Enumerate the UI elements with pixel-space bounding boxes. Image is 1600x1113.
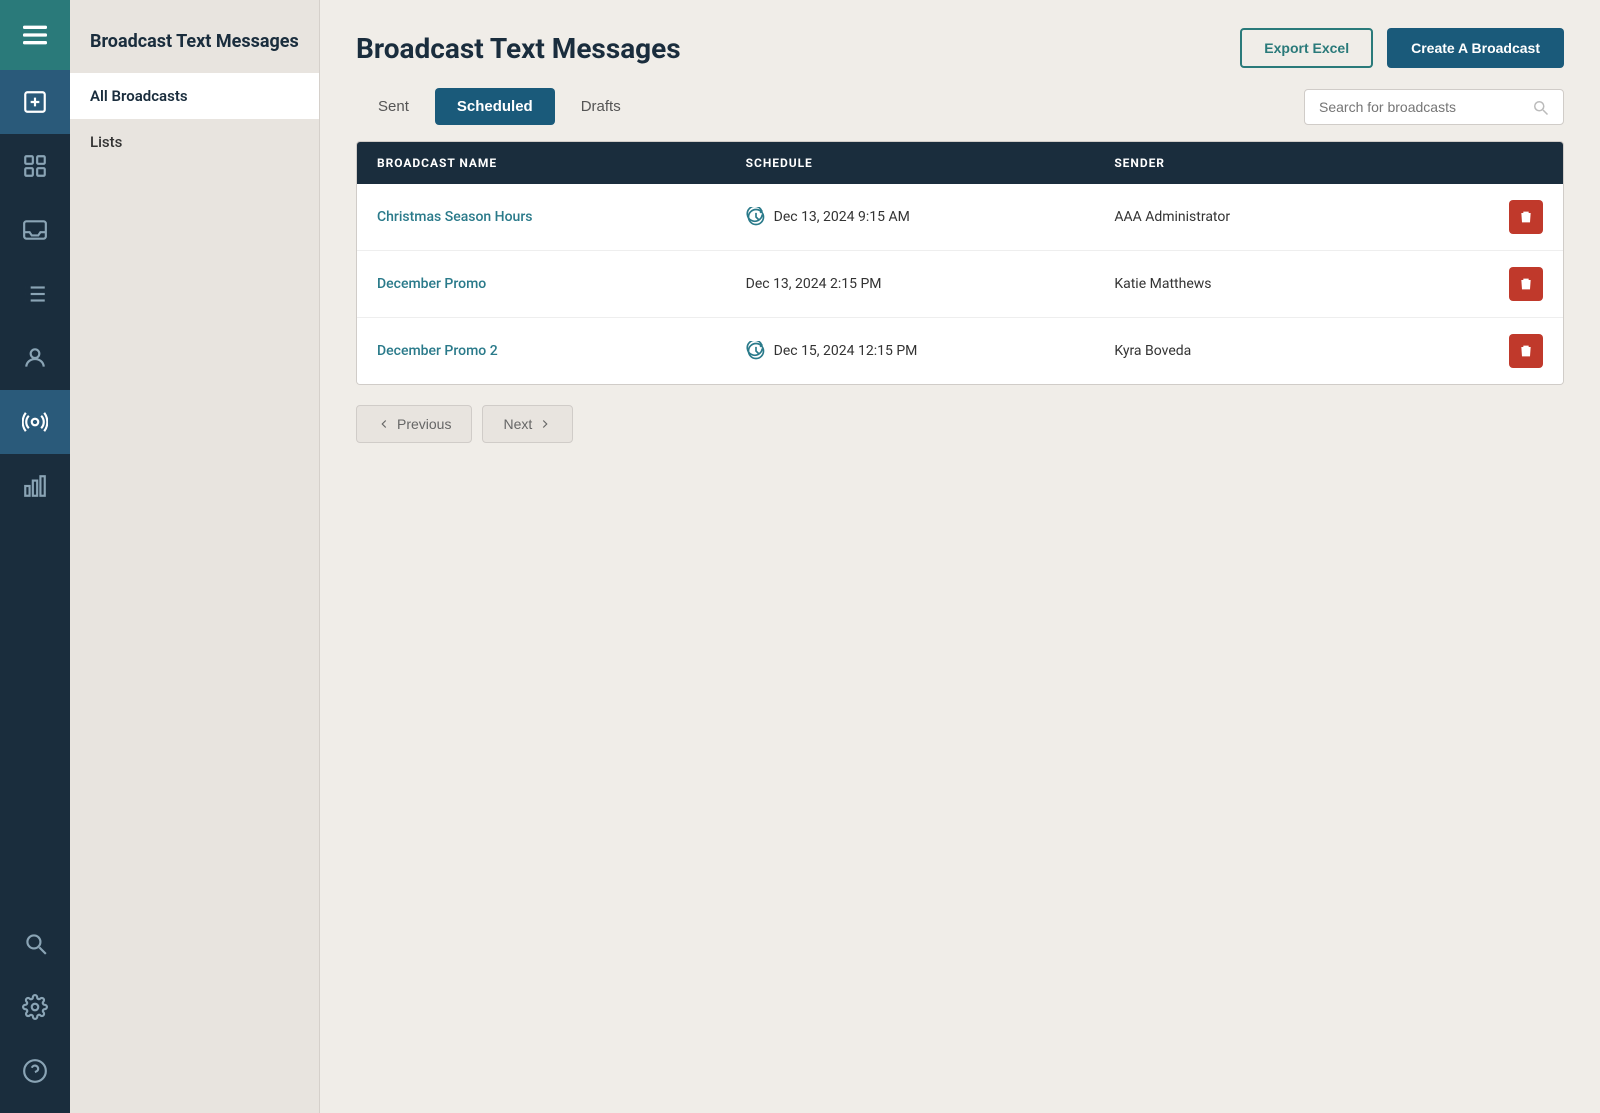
- tab-drafts[interactable]: Drafts: [559, 88, 643, 125]
- col-header-actions: [1483, 156, 1543, 170]
- broadcast-name-link[interactable]: December Promo: [377, 276, 746, 292]
- menu-icon: [19, 19, 51, 51]
- trash-icon: [1518, 209, 1534, 225]
- sidebar-item-lists[interactable]: Lists: [70, 119, 319, 165]
- next-label: Next: [503, 416, 532, 432]
- nav-item-analytics[interactable]: [0, 454, 70, 518]
- broadcasts-table: Broadcast Name Schedule Sender Christmas…: [356, 141, 1564, 385]
- nav-bar: [0, 0, 70, 1113]
- content-area: Sent Scheduled Drafts Broadcast Name Sch…: [320, 88, 1600, 479]
- nav-item-settings[interactable]: [0, 975, 70, 1039]
- contacts-icon: [22, 345, 48, 371]
- main-content: Broadcast Text Messages Export Excel Cre…: [320, 0, 1600, 1113]
- header-actions: Export Excel Create A Broadcast: [1240, 28, 1564, 68]
- dashboard-icon: [22, 153, 48, 179]
- page-title: Broadcast Text Messages: [356, 32, 681, 65]
- analytics-icon: [22, 473, 48, 499]
- col-header-sender: Sender: [1114, 156, 1483, 170]
- sidebar-item-all-broadcasts[interactable]: All Broadcasts: [70, 73, 319, 119]
- page-header: Broadcast Text Messages Export Excel Cre…: [320, 0, 1600, 88]
- nav-item-broadcast[interactable]: [0, 390, 70, 454]
- trash-icon: [1518, 343, 1534, 359]
- chevron-left-icon: [377, 417, 391, 431]
- search-box: [1304, 89, 1564, 125]
- broadcast-name-link[interactable]: Christmas Season Hours: [377, 209, 746, 225]
- help-icon: [22, 1058, 48, 1084]
- nav-item-dashboard[interactable]: [0, 134, 70, 198]
- export-excel-button[interactable]: Export Excel: [1240, 28, 1373, 68]
- clock-refresh-icon: [746, 207, 766, 227]
- delete-cell: [1483, 267, 1543, 301]
- table-row: December Promo Dec 13, 2024 2:15 PM Kati…: [357, 251, 1563, 318]
- delete-button[interactable]: [1509, 334, 1543, 368]
- delete-button[interactable]: [1509, 200, 1543, 234]
- pagination: Previous Next: [356, 405, 1564, 443]
- nav-item-compose[interactable]: [0, 70, 70, 134]
- search-input[interactable]: [1319, 99, 1523, 115]
- sender-cell: Katie Matthews: [1114, 276, 1483, 292]
- table-row: Christmas Season Hours Dec 13, 2024 9:15…: [357, 184, 1563, 251]
- delete-cell: [1483, 200, 1543, 234]
- schedule-text: Dec 13, 2024 2:15 PM: [746, 276, 882, 292]
- search-nav-icon: [22, 930, 48, 956]
- previous-button[interactable]: Previous: [356, 405, 472, 443]
- compose-icon: [22, 89, 48, 115]
- tabs-and-search-row: Sent Scheduled Drafts: [356, 88, 1564, 125]
- inbox-icon: [22, 217, 48, 243]
- nav-item-help[interactable]: [0, 1039, 70, 1103]
- tab-sent[interactable]: Sent: [356, 88, 431, 125]
- nav-item-lists[interactable]: [0, 262, 70, 326]
- nav-item-inbox[interactable]: [0, 198, 70, 262]
- table-header: Broadcast Name Schedule Sender: [357, 142, 1563, 184]
- col-header-name: Broadcast Name: [377, 156, 746, 170]
- nav-item-contacts[interactable]: [0, 326, 70, 390]
- settings-icon: [22, 994, 48, 1020]
- next-button[interactable]: Next: [482, 405, 573, 443]
- schedule-text: Dec 13, 2024 9:15 AM: [774, 209, 910, 225]
- nav-item-search[interactable]: [0, 911, 70, 975]
- chevron-right-icon: [538, 417, 552, 431]
- table-row: December Promo 2 Dec 15, 2024 12:15 PM K…: [357, 318, 1563, 384]
- delete-button[interactable]: [1509, 267, 1543, 301]
- delete-cell: [1483, 334, 1543, 368]
- broadcast-icon: [22, 409, 48, 435]
- search-icon: [1531, 98, 1549, 116]
- create-broadcast-button[interactable]: Create A Broadcast: [1387, 28, 1564, 68]
- sender-cell: Kyra Boveda: [1114, 343, 1483, 359]
- lists-icon: [22, 281, 48, 307]
- schedule-text: Dec 15, 2024 12:15 PM: [774, 343, 918, 359]
- broadcast-name-link[interactable]: December Promo 2: [377, 343, 746, 359]
- sender-cell: AAA Administrator: [1114, 209, 1483, 225]
- tab-scheduled[interactable]: Scheduled: [435, 88, 555, 125]
- sidebar: Broadcast Text Messages All Broadcasts L…: [70, 0, 320, 1113]
- col-header-schedule: Schedule: [746, 156, 1115, 170]
- schedule-cell: Dec 13, 2024 2:15 PM: [746, 276, 1115, 292]
- clock-refresh-icon: [746, 341, 766, 361]
- schedule-cell: Dec 15, 2024 12:15 PM: [746, 341, 1115, 361]
- nav-logo[interactable]: [0, 0, 70, 70]
- trash-icon: [1518, 276, 1534, 292]
- previous-label: Previous: [397, 416, 451, 432]
- tab-group: Sent Scheduled Drafts: [356, 88, 643, 125]
- sidebar-title: Broadcast Text Messages: [70, 20, 319, 73]
- schedule-cell: Dec 13, 2024 9:15 AM: [746, 207, 1115, 227]
